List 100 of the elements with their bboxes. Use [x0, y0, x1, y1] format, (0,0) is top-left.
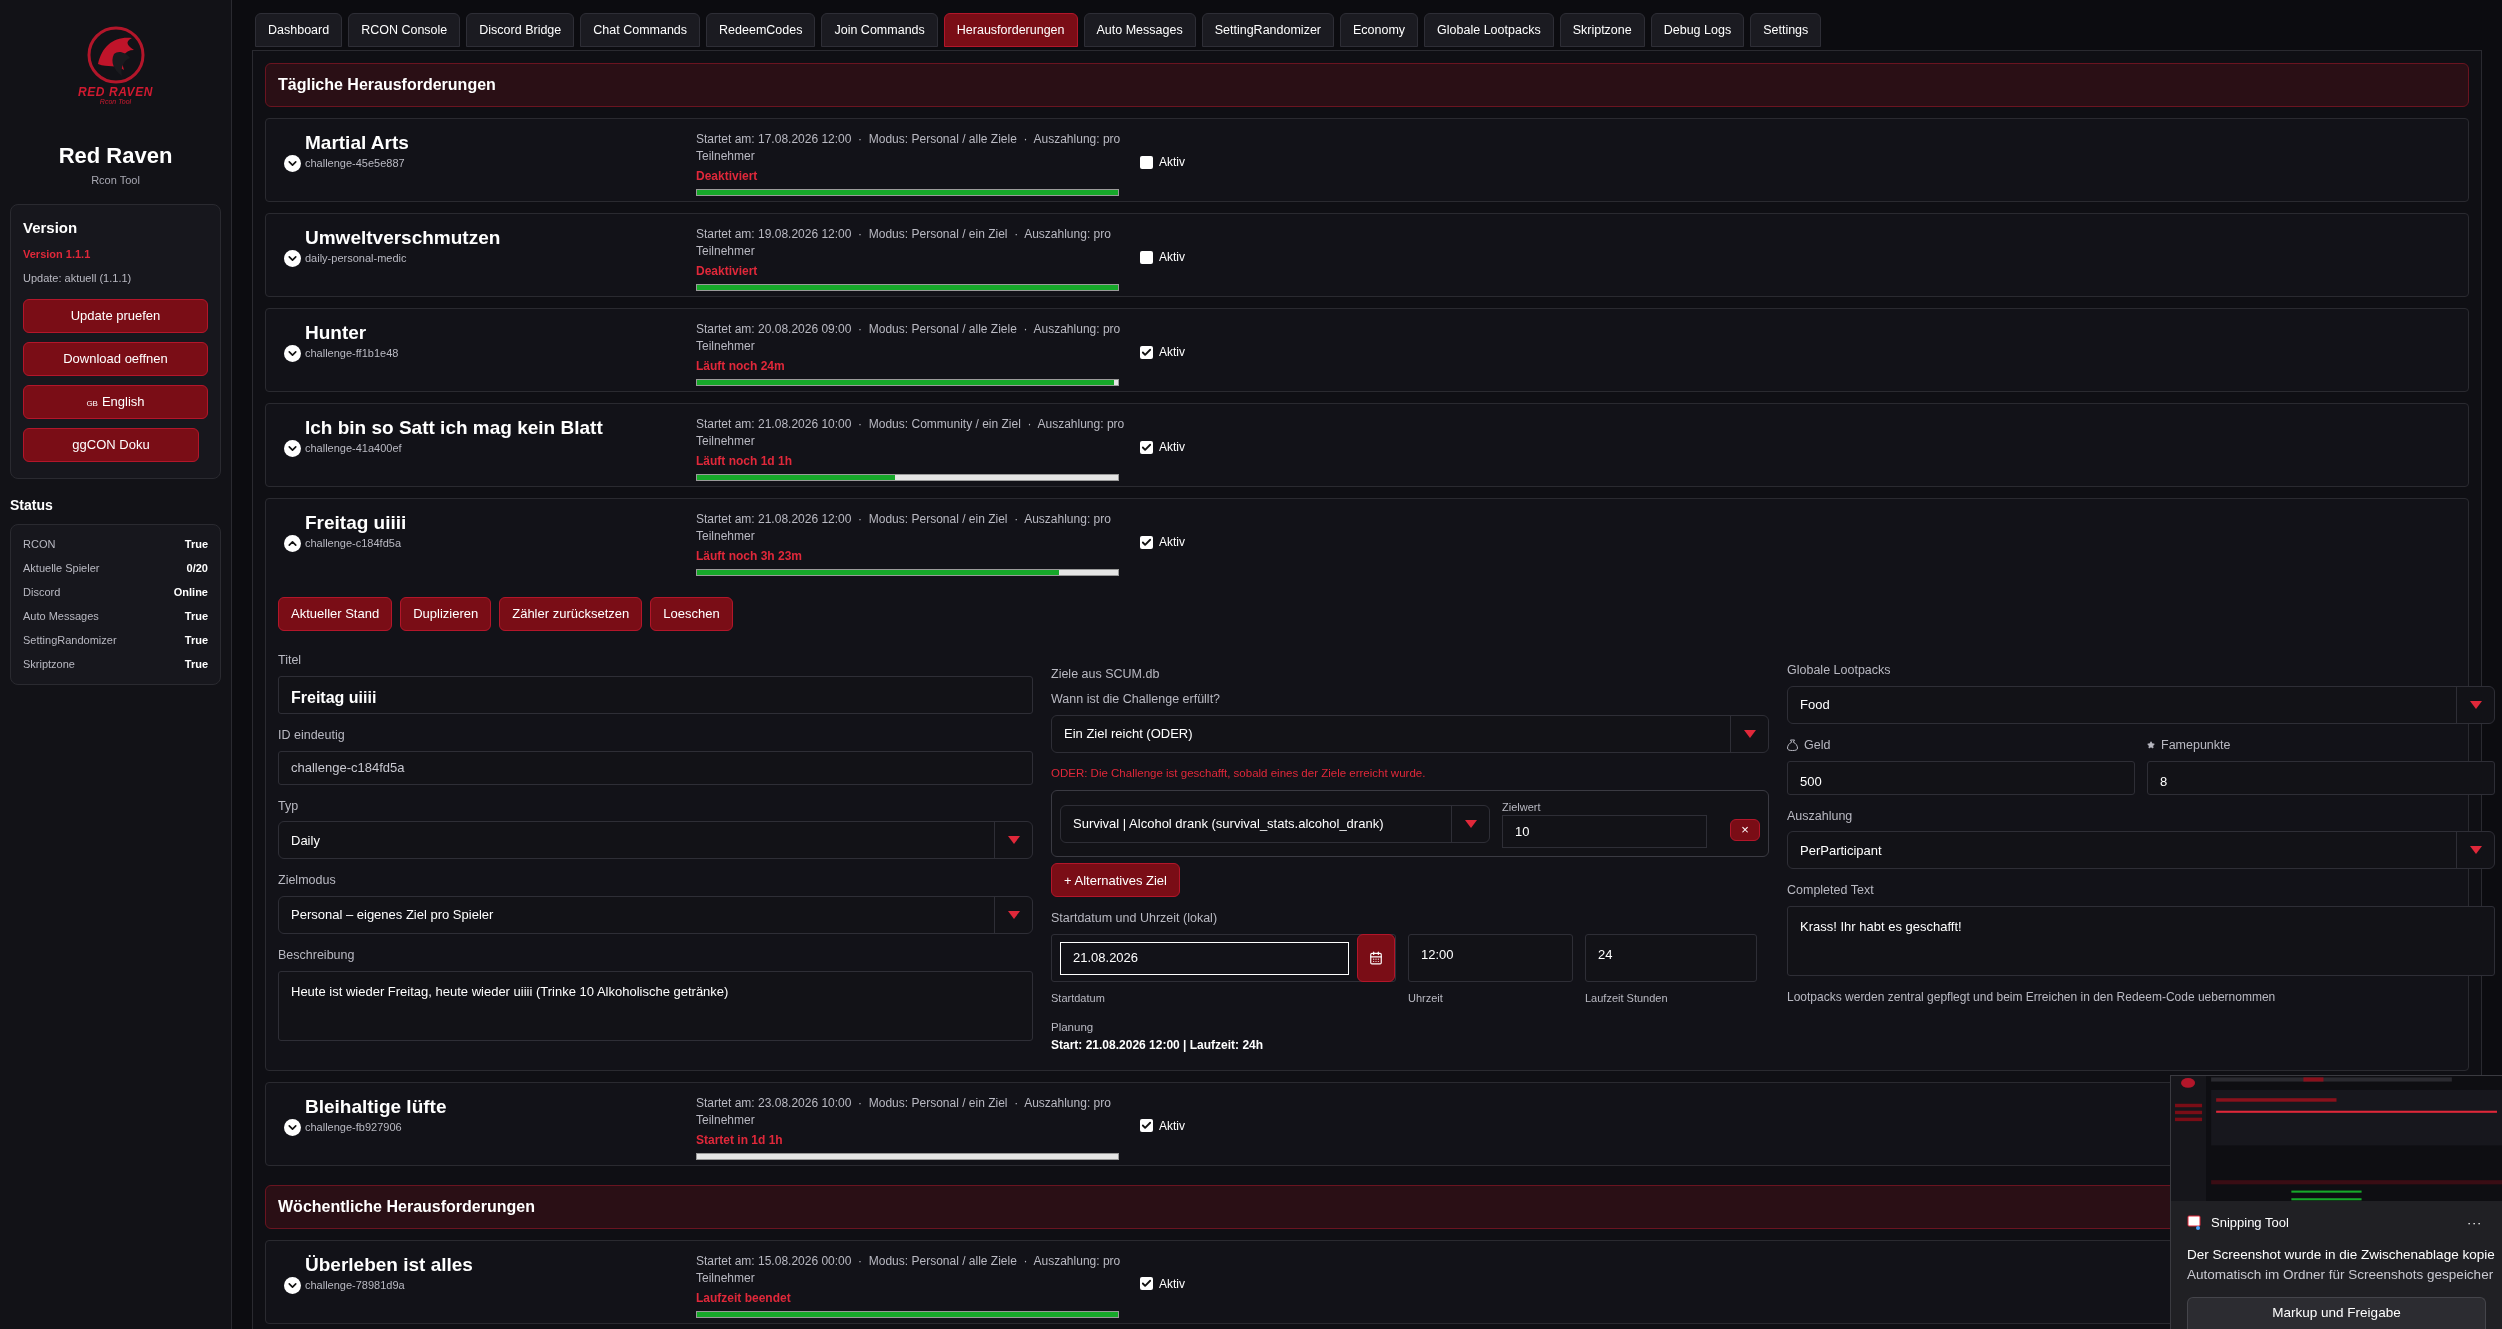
expand-toggle[interactable]: [284, 250, 301, 267]
caret-icon: [2469, 700, 2482, 709]
tab[interactable]: SettingRandomizer: [1201, 13, 1334, 47]
check-icon: [1141, 1278, 1152, 1290]
action-button[interactable]: Zähler zurücksetzen: [499, 597, 643, 631]
more-button[interactable]: ···: [2467, 1213, 2482, 1233]
text-field[interactable]: 8: [2147, 760, 2495, 795]
dropdown[interactable]: Ein Ziel reicht (ODER): [1051, 714, 1769, 753]
text-field[interactable]: Heute ist wieder Freitag, heute wieder uiiii (Trinke 10 Alkoholische getränke): [278, 970, 1033, 1041]
action-button[interactable]: Aktueller Stand: [278, 597, 393, 631]
calendar-button[interactable]: [1357, 934, 1395, 982]
tab[interactable]: RedeemCodes: [706, 13, 816, 47]
checkbox-label: Aktiv: [1159, 534, 1185, 551]
status-value: Online: [173, 584, 208, 600]
expand-toggle[interactable]: [284, 1118, 301, 1136]
status-value: True: [184, 536, 208, 552]
tab[interactable]: Economy: [1340, 13, 1419, 47]
status-value: True: [184, 632, 208, 648]
field-label: Wann ist die Challenge erfüllt?: [1051, 690, 1222, 708]
tab[interactable]: Skriptzone: [1559, 13, 1645, 47]
challenge-status: Läuft noch 24m: [696, 358, 786, 375]
active-checkbox[interactable]: [1140, 1277, 1153, 1291]
text-field[interactable]: challenge-c184fd5a: [278, 750, 1033, 785]
challenge-title: Freitag uiiii: [305, 511, 407, 535]
tab[interactable]: Debug Logs: [1650, 13, 1745, 47]
sidebar-button[interactable]: Update pruefen: [23, 298, 208, 333]
challenge-status: Laufzeit beendet: [696, 1289, 792, 1307]
expand-toggle[interactable]: [284, 155, 301, 172]
field-label: Completed Text: [1787, 882, 1875, 900]
challenge-status: Deaktiviert: [696, 168, 759, 185]
dropdown[interactable]: Daily: [278, 821, 1033, 860]
date-picker[interactable]: 21.08.2026: [1051, 934, 1396, 982]
active-checkbox[interactable]: [1140, 535, 1153, 549]
checkbox-label: Aktiv: [1159, 344, 1185, 361]
dropdown[interactable]: Survival | Alcohol drank (survival_stats.alcohol_drank): [1060, 804, 1490, 843]
challenge-meta: Startet am: 19.08.2026 12:00 · Modus: Personal / ein Ziel · Auszahlung: pro Teilnehmer: [696, 226, 1112, 260]
status-value: 0/20: [186, 560, 208, 576]
expand-toggle[interactable]: [284, 345, 301, 362]
remove-button[interactable]: ×: [1730, 818, 1760, 841]
text-field[interactable]: Krass! Ihr habt es geschafft!: [1787, 906, 2495, 976]
text-field[interactable]: Freitag uiiii: [278, 675, 1033, 714]
check-icon: [1141, 536, 1152, 548]
field-label: Planung: [1051, 1019, 1095, 1035]
section-header: Tägliche Herausforderungen: [265, 63, 2469, 107]
status-value: True: [184, 656, 208, 672]
dropdown[interactable]: PerParticipant: [1787, 831, 2495, 870]
challenge-title: Umweltverschmutzen: [305, 226, 501, 250]
checkbox-label: Aktiv: [1159, 154, 1185, 171]
active-checkbox[interactable]: [1140, 345, 1153, 359]
text-field[interactable]: 500: [1787, 760, 2135, 795]
field-label: Beschreibung: [278, 947, 356, 964]
action-button[interactable]: Duplizieren: [400, 597, 492, 631]
tab[interactable]: RCON Console: [348, 13, 461, 47]
section-heading: Status: [10, 495, 54, 515]
challenge-id: challenge-45e5e887: [305, 156, 406, 171]
dropdown[interactable]: Food: [1787, 685, 2495, 724]
version-label: Version 1.1.1: [23, 246, 92, 262]
field-caption: Uhrzeit: [1408, 991, 1444, 1006]
caret-icon: [2469, 846, 2482, 855]
markup-share-button[interactable]: Markup und Freigabe: [2187, 1297, 2486, 1329]
check-icon: [1141, 346, 1152, 358]
sidebar-button[interactable]: ggCON Doku: [23, 427, 199, 462]
active-checkbox[interactable]: [1140, 155, 1153, 169]
text-field[interactable]: 24: [1585, 934, 1757, 982]
tab[interactable]: Auto Messages: [1083, 13, 1196, 47]
dropdown[interactable]: Personal – eigenes Ziel pro Spieler: [278, 896, 1033, 934]
caret-icon: [1007, 911, 1020, 919]
challenge-title: Hunter: [305, 321, 368, 345]
challenge-meta: Startet am: 23.08.2026 10:00 · Modus: Personal / ein Ziel · Auszahlung: pro Teilnehmer: [696, 1094, 1112, 1129]
tab[interactable]: Dashboard: [255, 13, 343, 47]
challenge-id: challenge-78981d9a: [305, 1277, 406, 1293]
sidebar-button[interactable]: GB English: [23, 384, 208, 419]
number-field[interactable]: 10: [1502, 815, 1707, 849]
field-caption: Laufzeit Stunden: [1585, 991, 1669, 1006]
active-checkbox[interactable]: [1140, 440, 1153, 454]
expand-toggle[interactable]: [284, 440, 301, 457]
action-button[interactable]: Loeschen: [650, 597, 733, 631]
challenge-status: Deaktiviert: [696, 263, 759, 280]
tab[interactable]: Settings: [1750, 13, 1822, 47]
add-goal-button[interactable]: + Alternatives Ziel: [1051, 863, 1180, 898]
active-checkbox[interactable]: [1140, 250, 1153, 264]
challenge-status: Läuft noch 1d 1h: [696, 453, 793, 470]
field-label: Ziele aus SCUM.db: [1051, 666, 1161, 683]
status-label: RCON: [23, 536, 56, 552]
app-name: Snipping Tool: [2211, 1214, 2289, 1232]
active-checkbox[interactable]: [1140, 1119, 1153, 1133]
caret-icon: [1743, 729, 1756, 738]
challenge-meta: Startet am: 15.08.2026 00:00 · Modus: Personal / alle Ziele · Auszahlung: pro Teilnehmer: [696, 1252, 1122, 1287]
tab[interactable]: Herausforderungen: [943, 13, 1078, 47]
tab[interactable]: Globale Lootpacks: [1424, 13, 1554, 47]
tab[interactable]: Chat Commands: [580, 13, 701, 47]
challenge-id: challenge-fb927906: [305, 1119, 403, 1135]
challenge-status: Läuft noch 3h 23m: [696, 548, 803, 565]
sidebar-button[interactable]: Download oeffnen: [23, 341, 208, 376]
expand-toggle[interactable]: [284, 1276, 301, 1294]
tab[interactable]: Join Commands: [821, 13, 938, 47]
expand-toggle[interactable]: [284, 535, 301, 552]
tab[interactable]: Discord Bridge: [466, 13, 575, 47]
text-field[interactable]: 12:00: [1408, 934, 1573, 982]
status-value: True: [184, 608, 208, 624]
